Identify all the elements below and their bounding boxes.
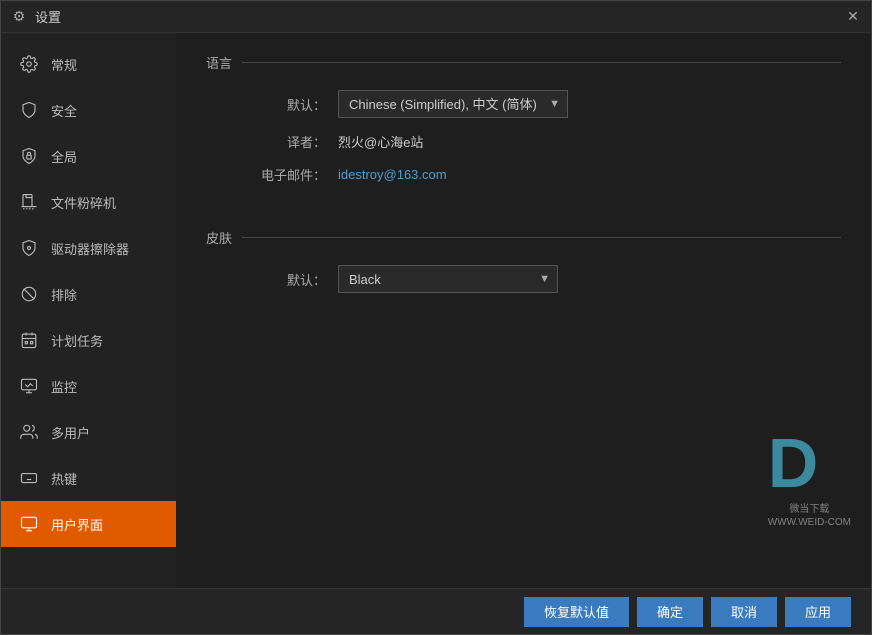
display-icon	[19, 514, 39, 534]
title-bar: ⚙ 设置 ✕	[1, 1, 871, 33]
email-value: idestroy@163.com	[338, 167, 447, 182]
sidebar-item-security[interactable]: 安全	[1, 87, 176, 133]
skin-select-wrapper: Black White Classic ▼	[338, 265, 558, 293]
skin-default-label: 默认：	[246, 270, 326, 289]
file-shred-icon	[19, 192, 39, 212]
footer: 恢复默认值 确定 取消 应用	[1, 588, 871, 634]
watermark-text: 微当下载	[768, 500, 851, 515]
content-area: 常规 安全 全局 文件粉碎机	[1, 33, 871, 588]
exclude-icon	[19, 284, 39, 304]
watermark: D 微当下载 WWW.WEID-COM	[768, 428, 851, 528]
language-dropdown-wrapper: Chinese (Simplified), 中文 (简体) English ▼	[338, 90, 568, 118]
gear-icon	[19, 54, 39, 74]
users-icon	[19, 422, 39, 442]
sidebar-item-general[interactable]: 常规	[1, 41, 176, 87]
sidebar-label-driver: 驱动器擦除器	[51, 239, 129, 258]
skin-default-row: 默认： Black White Classic ▼	[206, 265, 841, 293]
language-section-title: 语言	[206, 53, 841, 72]
close-button[interactable]: ✕	[845, 9, 861, 25]
sidebar-item-monitor[interactable]: 监控	[1, 363, 176, 409]
sidebar: 常规 安全 全局 文件粉碎机	[1, 33, 176, 588]
email-row: 电子邮件： idestroy@163.com	[206, 165, 841, 184]
sidebar-label-multiuser: 多用户	[51, 423, 90, 442]
settings-icon: ⚙	[11, 9, 27, 25]
sidebar-label-monitor: 监控	[51, 377, 77, 396]
sidebar-item-exclusions[interactable]: 排除	[1, 271, 176, 317]
ok-button[interactable]: 确定	[637, 597, 703, 627]
window-title: 设置	[35, 7, 61, 26]
sidebar-label-ui: 用户界面	[51, 515, 103, 534]
skin-select[interactable]: Black White Classic	[338, 265, 558, 293]
shield-icon	[19, 100, 39, 120]
keyboard-icon	[19, 468, 39, 488]
translator-value: 烈火@心海e站	[338, 132, 423, 151]
sidebar-item-shredder[interactable]: 文件粉碎机	[1, 179, 176, 225]
skin-section-title: 皮肤	[206, 228, 841, 247]
email-link[interactable]: idestroy@163.com	[338, 167, 447, 182]
cancel-button[interactable]: 取消	[711, 597, 777, 627]
watermark-subtext: WWW.WEID-COM	[768, 517, 851, 528]
sidebar-label-general: 常规	[51, 55, 77, 74]
translator-label: 译者：	[246, 132, 326, 151]
skin-section: 皮肤 默认： Black White Classic ▼	[206, 228, 841, 307]
sidebar-item-multiuser[interactable]: 多用户	[1, 409, 176, 455]
monitor-icon	[19, 376, 39, 396]
language-select[interactable]: Chinese (Simplified), 中文 (简体) English	[338, 90, 568, 118]
sidebar-item-ui[interactable]: 用户界面	[1, 501, 176, 547]
sidebar-item-driver[interactable]: 驱动器擦除器	[1, 225, 176, 271]
sidebar-label-hotkeys: 热键	[51, 469, 77, 488]
calendar-icon	[19, 330, 39, 350]
restore-defaults-button[interactable]: 恢复默认值	[524, 597, 629, 627]
title-bar-left: ⚙ 设置	[11, 7, 61, 26]
translator-row: 译者： 烈火@心海e站	[206, 132, 841, 151]
skin-dropdown-wrapper: Black White Classic ▼	[338, 265, 558, 293]
sidebar-label-shredder: 文件粉碎机	[51, 193, 116, 212]
sidebar-label-exclusions: 排除	[51, 285, 77, 304]
language-default-label: 默认：	[246, 95, 326, 114]
main-panel: 语言 默认： Chinese (Simplified), 中文 (简体) Eng…	[176, 33, 871, 588]
apply-button[interactable]: 应用	[785, 597, 851, 627]
sidebar-label-global: 全局	[51, 147, 77, 166]
shield-lock-icon	[19, 146, 39, 166]
watermark-letter: D	[768, 428, 851, 498]
settings-window: ⚙ 设置 ✕ 常规 安全 全局	[0, 0, 872, 635]
sidebar-item-global[interactable]: 全局	[1, 133, 176, 179]
email-label: 电子邮件：	[246, 165, 326, 184]
language-section: 语言 默认： Chinese (Simplified), 中文 (简体) Eng…	[206, 53, 841, 198]
shield-drive-icon	[19, 238, 39, 258]
language-select-wrapper: Chinese (Simplified), 中文 (简体) English ▼	[338, 90, 568, 118]
sidebar-label-security: 安全	[51, 101, 77, 120]
sidebar-item-hotkeys[interactable]: 热键	[1, 455, 176, 501]
sidebar-label-scheduler: 计划任务	[51, 331, 103, 350]
sidebar-item-scheduler[interactable]: 计划任务	[1, 317, 176, 363]
language-default-row: 默认： Chinese (Simplified), 中文 (简体) Englis…	[206, 90, 841, 118]
